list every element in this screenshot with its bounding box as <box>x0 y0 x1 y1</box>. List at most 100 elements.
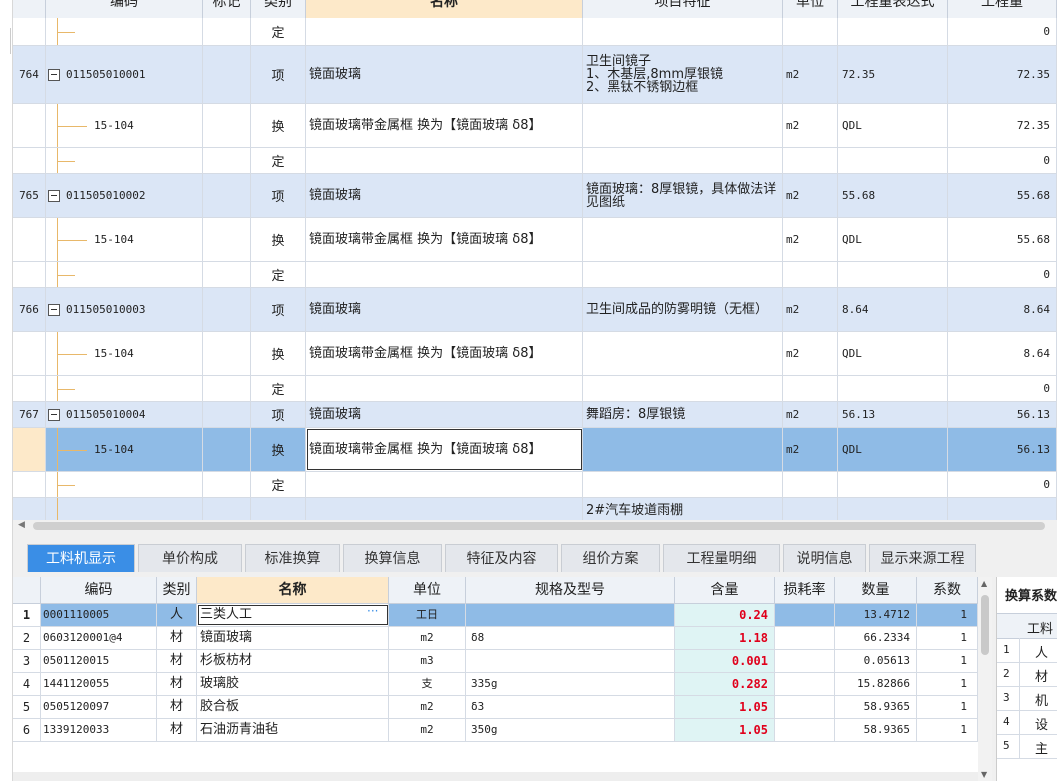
resource-amount[interactable]: 1.05 <box>675 696 775 718</box>
name-cell[interactable]: 镜面玻璃 <box>306 174 583 217</box>
resource-code[interactable]: 1441120055 <box>41 673 157 695</box>
qty-cell[interactable]: 72.35 <box>948 46 1057 103</box>
resource-row[interactable]: 1 0001110005 人三类人工 ··· 工日 0.24 13.4712 1 <box>13 604 978 627</box>
quota-row[interactable]: 定0 <box>13 262 1057 288</box>
feature-cell[interactable] <box>583 104 783 147</box>
qty-cell[interactable]: 8.64 <box>948 288 1057 331</box>
expr-cell[interactable]: QDL <box>838 218 948 261</box>
resource-loss-rate[interactable] <box>775 604 835 626</box>
mark-cell[interactable] <box>203 104 251 147</box>
feature-cell[interactable] <box>583 148 783 173</box>
resource-name[interactable]: 胶合板 <box>197 696 389 718</box>
minus-box-icon[interactable] <box>48 68 60 81</box>
resource-spec[interactable]: 335g <box>466 673 675 695</box>
resource-spec[interactable]: δ3 <box>466 696 675 718</box>
qty-cell[interactable]: 0 <box>948 262 1057 287</box>
name-cell[interactable] <box>306 148 583 173</box>
resource-header-name[interactable]: 名称 <box>197 577 389 603</box>
quota-row[interactable]: 定0 <box>13 376 1057 402</box>
resource-coefficient[interactable]: 1 <box>917 627 978 649</box>
resource-horizontal-scrollbar[interactable] <box>13 772 978 781</box>
feature-cell[interactable] <box>583 262 783 287</box>
unit-cell[interactable]: m2 <box>783 104 838 147</box>
expr-cell[interactable] <box>838 18 948 45</box>
minus-box-icon[interactable] <box>48 189 60 202</box>
type-cell[interactable]: 定 <box>251 262 306 287</box>
feature-cell[interactable] <box>583 376 783 401</box>
tab-9[interactable]: 显示来源工程 <box>869 544 976 572</box>
qty-cell[interactable]: 0 <box>948 376 1057 401</box>
tab-2[interactable]: 单价构成 <box>138 544 242 572</box>
expr-cell[interactable] <box>838 376 948 401</box>
resource-unit[interactable]: m2 <box>389 627 466 649</box>
expr-cell[interactable]: QDL <box>838 428 948 471</box>
resource-name[interactable]: 杉板枋材 <box>197 650 389 672</box>
tab-7[interactable]: 工程量明细 <box>663 544 780 572</box>
mark-cell[interactable] <box>203 148 251 173</box>
resource-loss-rate[interactable] <box>775 673 835 695</box>
unit-cell[interactable]: m2 <box>783 174 838 217</box>
header-mark[interactable]: 标记 <box>203 0 251 18</box>
feature-cell[interactable] <box>583 18 783 45</box>
conversion-row[interactable]: 5主 <box>997 734 1057 759</box>
header-unit[interactable]: 单位 <box>783 0 838 18</box>
expr-cell[interactable] <box>838 472 948 497</box>
quota-row[interactable]: 定0 <box>13 18 1057 46</box>
resource-unit[interactable]: 工日 <box>389 604 466 626</box>
conversion-row[interactable]: 1人 <box>997 638 1057 663</box>
type-cell[interactable]: 换 <box>251 218 306 261</box>
expr-cell[interactable]: QDL <box>838 104 948 147</box>
resource-row[interactable]: 6 1339120033 材石油沥青油毡 m2 350g 1.05 58.9365 1 <box>13 719 978 742</box>
tab-4[interactable]: 换算信息 <box>343 544 442 572</box>
expr-cell[interactable] <box>838 148 948 173</box>
resource-unit[interactable]: 支 <box>389 673 466 695</box>
scroll-thumb[interactable] <box>33 522 1045 530</box>
bill-item-row[interactable]: 765 011505010002 项镜面玻璃 镜面玻璃：8厚银镜，具体做法详见图纸 m2… <box>13 174 1057 218</box>
name-cell[interactable]: 镜面玻璃 <box>306 46 583 103</box>
resource-coefficient[interactable]: 1 <box>917 696 978 718</box>
type-cell[interactable]: 项 <box>251 46 306 103</box>
bill-item-row[interactable]: 766 011505010003 项镜面玻璃 卫生间成品的防雾明镜（无框） m2 8.64… <box>13 288 1057 332</box>
quota-row[interactable]: 定0 <box>13 472 1057 498</box>
mark-cell[interactable] <box>203 332 251 375</box>
mark-cell[interactable] <box>203 46 251 103</box>
unit-cell[interactable] <box>783 262 838 287</box>
resource-name[interactable]: 玻璃胶 <box>197 673 389 695</box>
expr-cell[interactable] <box>838 262 948 287</box>
name-cell[interactable] <box>306 472 583 497</box>
mark-cell[interactable] <box>203 262 251 287</box>
resource-header-qty[interactable]: 数量 <box>835 577 917 603</box>
minus-box-icon[interactable] <box>48 303 60 316</box>
mark-cell[interactable] <box>203 428 251 471</box>
name-cell[interactable]: 镜面玻璃带金属框 换为【镜面玻璃 δ8】 <box>306 428 583 471</box>
feature-cell[interactable]: 卫生间成品的防雾明镜（无框） <box>583 288 783 331</box>
mark-cell[interactable] <box>203 18 251 45</box>
resource-coefficient[interactable]: 1 <box>917 673 978 695</box>
resource-row[interactable]: 2 0603120001@4 材镜面玻璃 m2 δ8 1.18 66.2334 1 <box>13 627 978 650</box>
resource-quantity[interactable]: 13.4712 <box>835 604 917 626</box>
name-cell[interactable]: 镜面玻璃带金属框 换为【镜面玻璃 δ8】 <box>306 104 583 147</box>
resource-code[interactable]: 1339120033 <box>41 719 157 741</box>
resource-amount[interactable]: 1.05 <box>675 719 775 741</box>
qty-cell[interactable]: 55.68 <box>948 218 1057 261</box>
resource-header-amount[interactable]: 含量 <box>675 577 775 603</box>
arrow-up-icon[interactable]: ▲ <box>981 579 987 588</box>
feature-cell[interactable]: 镜面玻璃：8厚银镜，具体做法详见图纸 <box>583 174 783 217</box>
resource-quantity[interactable]: 15.82866 <box>835 673 917 695</box>
code-cell[interactable] <box>46 498 203 520</box>
resource-type[interactable]: 材 <box>157 696 197 718</box>
arrow-left-icon[interactable]: ◀ <box>18 520 25 530</box>
feature-cell[interactable]: 卫生间镜子 1、木基层,8mm厚银镜 2、黑钛不锈钢边框 <box>583 46 783 103</box>
feature-cell[interactable] <box>583 428 783 471</box>
resource-code[interactable]: 0505120097 <box>41 696 157 718</box>
qty-cell[interactable]: 72.35 <box>948 104 1057 147</box>
header-expr[interactable]: 工程量表达式 <box>838 0 948 18</box>
expr-cell[interactable]: QDL <box>838 332 948 375</box>
mark-cell[interactable] <box>203 402 251 427</box>
code-cell[interactable]: 011505010004 <box>46 402 203 427</box>
resource-quantity[interactable]: 0.05613 <box>835 650 917 672</box>
type-cell[interactable]: 换 <box>251 104 306 147</box>
feature-cell[interactable] <box>583 218 783 261</box>
resource-spec[interactable]: 350g <box>466 719 675 741</box>
expr-cell[interactable]: 72.35 <box>838 46 948 103</box>
